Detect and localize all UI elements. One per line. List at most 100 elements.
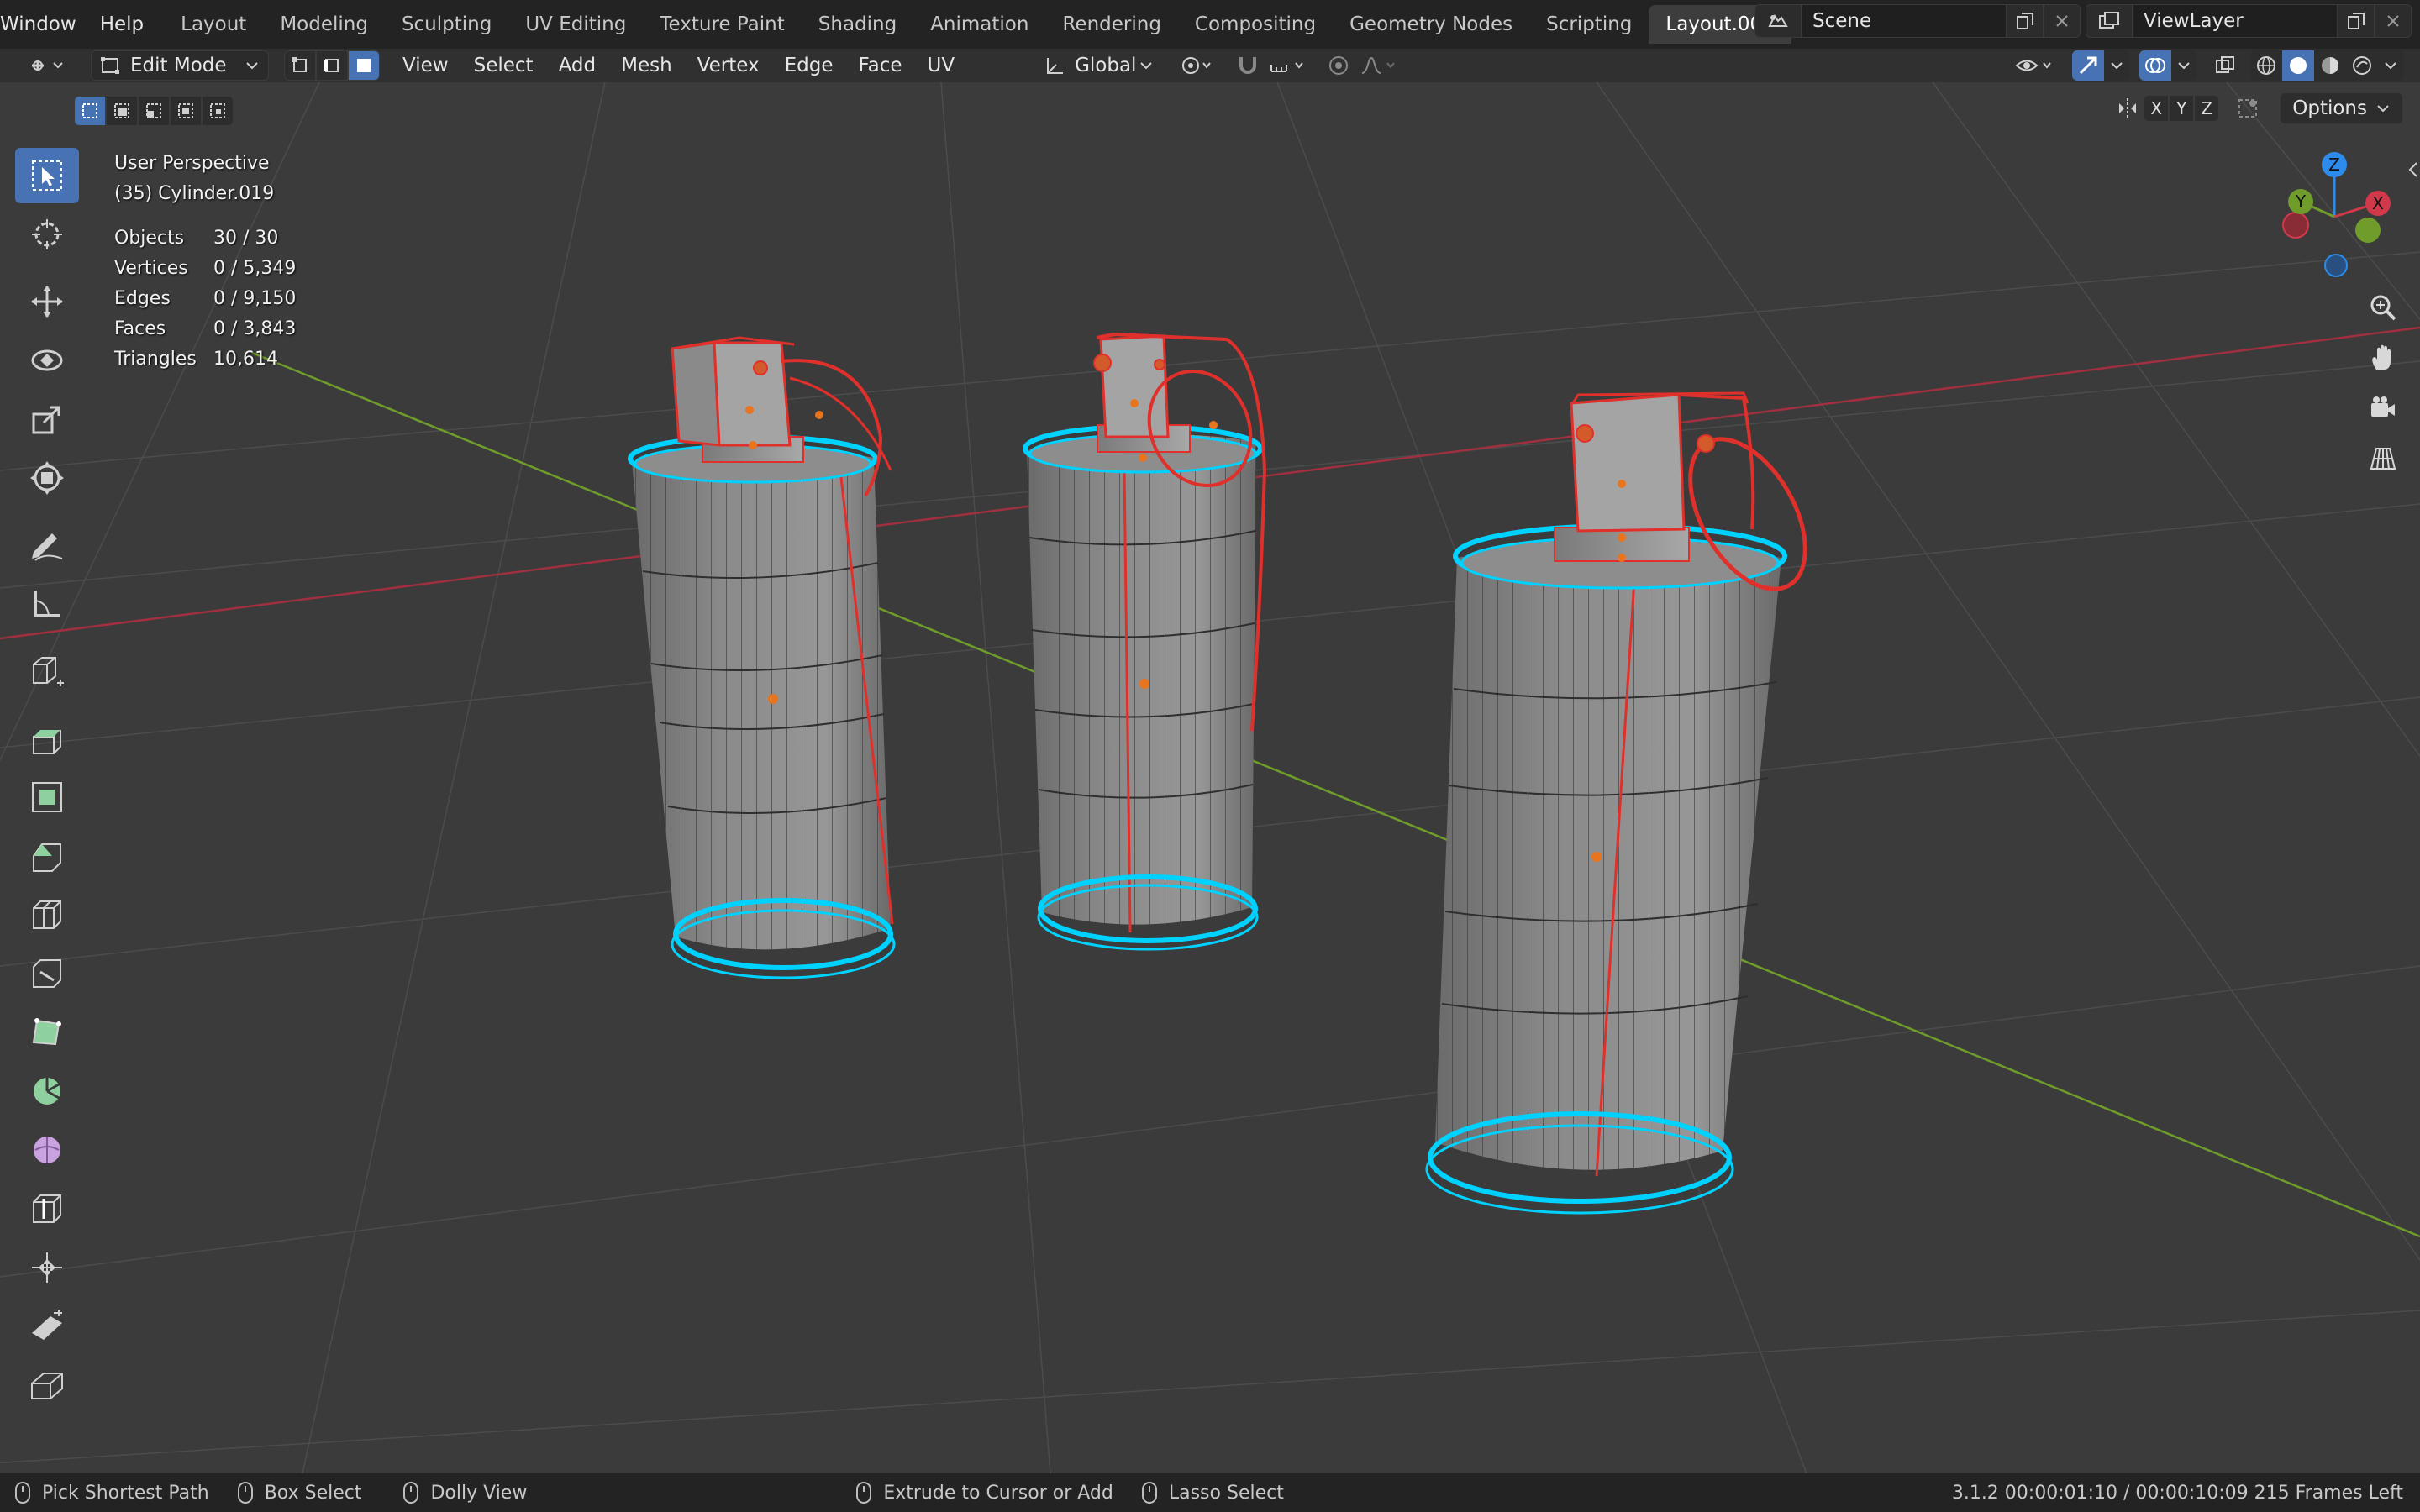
scene-name-field[interactable]: Scene bbox=[1802, 4, 2007, 38]
zoom-button[interactable] bbox=[2361, 286, 2405, 329]
grenade-mesh-1[interactable] bbox=[628, 336, 896, 979]
shading-wireframe-button[interactable] bbox=[2250, 50, 2282, 81]
tool-move[interactable] bbox=[15, 274, 79, 329]
tab-shading[interactable]: Shading bbox=[802, 5, 913, 44]
tool-bevel[interactable] bbox=[15, 828, 79, 884]
perspective-toggle-button[interactable] bbox=[2361, 437, 2405, 480]
view-layer-name-field[interactable]: ViewLayer bbox=[2133, 4, 2338, 38]
delete-scene-button[interactable] bbox=[2044, 4, 2081, 38]
select-difference-button[interactable] bbox=[170, 96, 202, 126]
tab-modeling[interactable]: Modeling bbox=[263, 5, 385, 44]
visibility-toggle[interactable] bbox=[2008, 50, 2062, 81]
tool-spin[interactable] bbox=[15, 1063, 79, 1119]
mouse-middle-icon bbox=[237, 1482, 253, 1504]
delete-view-layer-button[interactable] bbox=[2375, 4, 2412, 38]
vertex-select-button[interactable] bbox=[284, 50, 316, 81]
proportional-edit-toggle[interactable] bbox=[1322, 50, 1355, 81]
view-layer-browse-button[interactable] bbox=[2086, 4, 2133, 38]
tool-annotate[interactable] bbox=[15, 517, 79, 573]
tool-cursor[interactable] bbox=[15, 207, 79, 262]
menu-uv[interactable]: UV bbox=[915, 55, 968, 76]
tool-shear[interactable] bbox=[15, 1299, 79, 1354]
face-select-button[interactable] bbox=[348, 50, 380, 81]
gizmo-toggle[interactable] bbox=[2072, 50, 2104, 81]
mirror-x-toggle[interactable]: X bbox=[2144, 95, 2170, 122]
tool-scale[interactable] bbox=[15, 391, 79, 447]
tab-geometry-nodes[interactable]: Geometry Nodes bbox=[1333, 5, 1529, 44]
menu-edge[interactable]: Edge bbox=[772, 55, 846, 76]
tab-scripting[interactable]: Scripting bbox=[1529, 5, 1649, 44]
auto-merge-toggle[interactable] bbox=[2229, 93, 2266, 123]
chevron-down-icon bbox=[2377, 105, 2389, 113]
pan-button[interactable] bbox=[2361, 336, 2405, 380]
snap-toggle[interactable] bbox=[1231, 50, 1265, 81]
select-intersect-button[interactable] bbox=[202, 96, 234, 126]
tab-uv-editing[interactable]: UV Editing bbox=[508, 5, 643, 44]
proportional-falloff-button[interactable] bbox=[1355, 50, 1402, 81]
editor-type-button[interactable] bbox=[15, 50, 79, 81]
gizmo-neg-y-handle[interactable] bbox=[2355, 218, 2381, 243]
menu-vertex[interactable]: Vertex bbox=[685, 55, 772, 76]
grenade-mesh-2[interactable] bbox=[1023, 332, 1269, 951]
menu-view[interactable]: View bbox=[390, 55, 461, 76]
transform-orientation-dropdown[interactable]: Global bbox=[1036, 50, 1162, 81]
menu-select[interactable]: Select bbox=[461, 55, 546, 76]
gizmo-options-button[interactable] bbox=[2104, 50, 2129, 81]
mode-dropdown[interactable]: Edit Mode bbox=[91, 50, 269, 81]
tool-loop-cut[interactable] bbox=[15, 887, 79, 942]
tab-layout[interactable]: Layout bbox=[164, 5, 263, 44]
shading-material-button[interactable] bbox=[2314, 50, 2346, 81]
shading-solid-button[interactable] bbox=[2282, 50, 2314, 81]
navigation-gizmo[interactable]: Z X Y bbox=[2269, 144, 2395, 287]
mirror-y-toggle[interactable]: Y bbox=[2169, 95, 2195, 122]
menu-mesh[interactable]: Mesh bbox=[608, 55, 685, 76]
scene-browse-button[interactable] bbox=[1754, 4, 1802, 38]
gizmo-neg-z-handle[interactable] bbox=[2324, 254, 2348, 277]
tool-poly-build[interactable] bbox=[15, 1005, 79, 1060]
tab-animation[interactable]: Animation bbox=[913, 5, 1045, 44]
pivot-point-button[interactable] bbox=[1171, 50, 1223, 81]
tool-rip-region[interactable] bbox=[15, 1357, 79, 1413]
mirror-toggle[interactable] bbox=[2112, 93, 2144, 123]
overlays-toggle[interactable] bbox=[2139, 50, 2171, 81]
tool-rotate[interactable] bbox=[15, 333, 79, 388]
gizmo-neg-x-handle[interactable] bbox=[2282, 212, 2309, 239]
sidebar-toggle-arrow[interactable] bbox=[2407, 160, 2420, 180]
edge-select-button[interactable] bbox=[316, 50, 348, 81]
tool-edge-slide[interactable] bbox=[15, 1181, 79, 1236]
tool-inset-faces[interactable] bbox=[15, 769, 79, 825]
snap-target-button[interactable] bbox=[1265, 50, 1312, 81]
tool-knife[interactable] bbox=[15, 946, 79, 1001]
tab-rendering[interactable]: Rendering bbox=[1045, 5, 1177, 44]
new-scene-button[interactable] bbox=[2007, 4, 2044, 38]
camera-view-button[interactable] bbox=[2361, 386, 2405, 430]
tool-measure[interactable] bbox=[15, 576, 79, 632]
measure-ruler-icon bbox=[34, 591, 60, 617]
overlays-options-button[interactable] bbox=[2171, 50, 2196, 81]
scene-canvas[interactable] bbox=[0, 82, 2420, 1473]
select-subtract-button[interactable] bbox=[138, 96, 170, 126]
tool-add-cube[interactable] bbox=[15, 643, 79, 699]
mirror-z-toggle[interactable]: Z bbox=[2194, 95, 2220, 122]
shading-options-button[interactable] bbox=[2378, 50, 2403, 81]
menu-face[interactable]: Face bbox=[845, 55, 914, 76]
tool-transform[interactable] bbox=[15, 450, 79, 506]
shading-rendered-button[interactable] bbox=[2346, 50, 2378, 81]
tool-extrude-region[interactable] bbox=[15, 711, 79, 766]
tool-select-box[interactable] bbox=[15, 148, 79, 203]
tab-sculpting[interactable]: Sculpting bbox=[385, 5, 508, 44]
3d-viewport[interactable] bbox=[0, 82, 2420, 1473]
options-dropdown[interactable]: Options bbox=[2280, 92, 2403, 124]
menu-window[interactable]: Window bbox=[0, 0, 88, 49]
tab-texture-paint[interactable]: Texture Paint bbox=[643, 5, 801, 44]
tab-compositing[interactable]: Compositing bbox=[1178, 5, 1333, 44]
tool-shrink-fatten[interactable] bbox=[15, 1240, 79, 1295]
menu-add[interactable]: Add bbox=[546, 55, 609, 76]
grenade-mesh-3[interactable] bbox=[1425, 391, 1829, 1215]
xray-toggle[interactable] bbox=[2208, 50, 2242, 81]
tool-smooth[interactable] bbox=[15, 1122, 79, 1178]
select-new-button[interactable] bbox=[74, 96, 106, 126]
new-view-layer-button[interactable] bbox=[2338, 4, 2375, 38]
select-extend-button[interactable] bbox=[106, 96, 138, 126]
menu-help[interactable]: Help bbox=[88, 0, 155, 49]
